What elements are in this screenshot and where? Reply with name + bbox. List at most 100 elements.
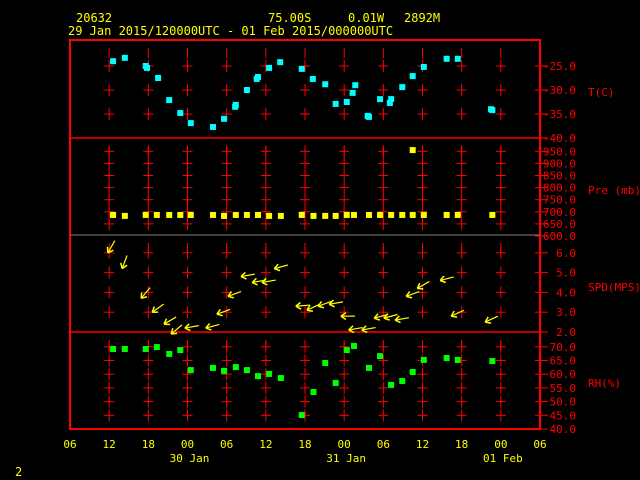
axis-tick-label: 950.0 bbox=[543, 145, 576, 158]
temperature-point bbox=[309, 75, 316, 82]
wind-arrow bbox=[340, 312, 355, 321]
temperature-point bbox=[420, 63, 427, 70]
pressure-point bbox=[177, 211, 184, 218]
wind-arrow bbox=[163, 316, 177, 326]
panel-label-wind: SPD(MPS) bbox=[588, 281, 640, 294]
wind-arrow-head bbox=[306, 309, 314, 312]
rh-point bbox=[187, 367, 194, 374]
wind-arrow bbox=[405, 291, 420, 299]
time-tick-label: 12 bbox=[416, 438, 429, 451]
pressure-point bbox=[454, 211, 461, 218]
rh-point bbox=[166, 350, 173, 357]
meteogram: -25.0 -30.0 -35.0 -40.0 T(C) 950.0900.0850.08… bbox=[63, 39, 640, 465]
wind-arrow bbox=[328, 299, 344, 308]
rh-point bbox=[298, 412, 305, 419]
temperature-point bbox=[365, 113, 372, 120]
temperature-point bbox=[298, 65, 305, 72]
axis-tick-label: 60.0 bbox=[550, 368, 577, 381]
date-label: 31 Jan bbox=[326, 452, 366, 465]
wind-arrow bbox=[416, 280, 430, 290]
rh-point bbox=[310, 389, 317, 396]
pressure-point bbox=[409, 211, 416, 218]
rh-point bbox=[209, 364, 216, 371]
pressure-point bbox=[166, 211, 173, 218]
wind-arrow-head bbox=[317, 305, 325, 309]
pressure-point bbox=[209, 211, 216, 218]
pressure-point bbox=[443, 211, 450, 218]
wind-arrow-head bbox=[383, 317, 390, 321]
rh-point bbox=[277, 375, 284, 382]
wind-arrow bbox=[205, 322, 220, 331]
wind-arrow-head bbox=[184, 327, 191, 332]
panel-label-pressure: Pre (mb) bbox=[588, 184, 640, 197]
rh-point bbox=[350, 342, 357, 349]
temperature-point bbox=[232, 101, 239, 108]
wind-arrow bbox=[106, 240, 116, 254]
temperature-point bbox=[187, 120, 194, 127]
rh-point bbox=[454, 356, 461, 363]
axis-tick-label: 40.0 bbox=[550, 423, 577, 436]
axis-tick-label: 55.0 bbox=[550, 382, 577, 395]
time-tick-label: 12 bbox=[103, 438, 116, 451]
wind-arrow-head bbox=[451, 315, 458, 318]
time-tick-label: 06 bbox=[220, 438, 233, 451]
wind-arrow-head bbox=[251, 281, 258, 286]
temperature-point bbox=[399, 84, 406, 91]
temperature-point bbox=[377, 96, 384, 103]
pressure-point bbox=[243, 211, 250, 218]
wind-arrow-head bbox=[216, 313, 223, 317]
pressure-point bbox=[399, 211, 406, 218]
rh-point bbox=[388, 381, 395, 388]
axis-tick-label: 70.0 bbox=[550, 341, 577, 354]
temperature-point bbox=[409, 73, 416, 80]
temperature-point bbox=[155, 75, 162, 81]
wind-arrow bbox=[439, 275, 454, 284]
axis-tick-label: -35.0 bbox=[543, 108, 576, 121]
time-tick-label: 18 bbox=[298, 438, 311, 451]
rh-point bbox=[365, 364, 372, 371]
pressure-point bbox=[121, 212, 128, 219]
axis-tick-label: -40.0 bbox=[543, 132, 576, 145]
pressure-point bbox=[388, 211, 395, 218]
time-tick-label: 00 bbox=[338, 438, 351, 451]
panel-label-temperature: T(C) bbox=[588, 86, 615, 99]
wind-arrow-head bbox=[295, 305, 302, 310]
time-tick-label: 06 bbox=[63, 438, 76, 451]
rh-point bbox=[221, 367, 228, 374]
rh-point bbox=[399, 378, 406, 385]
axis-tick-label: 3.0 bbox=[556, 306, 576, 319]
wind-arrow-head bbox=[485, 321, 492, 324]
pressure-point bbox=[153, 211, 160, 218]
time-tick-label: 06 bbox=[377, 438, 390, 451]
pressure-point bbox=[110, 211, 117, 218]
wind-arrow-head bbox=[205, 327, 212, 331]
axis-tick-label: 900.0 bbox=[543, 157, 576, 170]
temperature-point bbox=[489, 107, 496, 114]
axis-tick-label: 700.0 bbox=[543, 206, 576, 219]
axis-tick-label: 2.0 bbox=[556, 326, 576, 339]
temperature-point bbox=[221, 115, 228, 122]
wind-arrow-head bbox=[405, 295, 413, 299]
axis-tick-label: 6.0 bbox=[556, 247, 576, 260]
rh-point bbox=[322, 359, 329, 366]
wind-arrow bbox=[240, 271, 255, 280]
pressure-point bbox=[365, 211, 372, 218]
temperature-point bbox=[266, 64, 273, 71]
wind-arrow bbox=[151, 303, 165, 313]
pressure-point bbox=[489, 211, 496, 218]
wind-arrow-head bbox=[140, 292, 143, 299]
rh-point bbox=[266, 370, 273, 377]
temperature-point bbox=[110, 58, 117, 65]
pressure-point bbox=[409, 147, 416, 154]
axis-tick-label: 4.0 bbox=[556, 286, 576, 299]
temperature-point bbox=[166, 97, 173, 104]
rh-point bbox=[443, 355, 450, 362]
rh-point bbox=[243, 367, 250, 374]
pressure-point bbox=[310, 212, 317, 219]
pressure-point bbox=[266, 212, 273, 219]
pressure-point bbox=[187, 211, 194, 218]
rh-point bbox=[232, 364, 239, 371]
rh-point bbox=[420, 356, 427, 363]
wind-arrow bbox=[484, 315, 499, 324]
wind-arrow bbox=[394, 315, 409, 324]
